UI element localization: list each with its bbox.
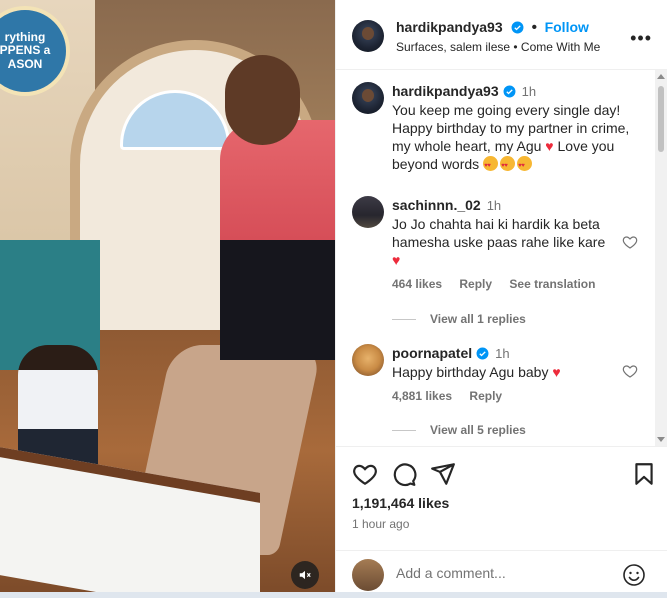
caption-line: You keep me going every single day! (392, 102, 621, 118)
author-avatar[interactable] (352, 20, 384, 52)
post-time[interactable]: 1 hour ago (352, 517, 409, 531)
caption-line: my whole heart, my Agu (392, 138, 542, 154)
see-translation-button[interactable]: See translation (509, 277, 595, 291)
comment-text: Jo Jo chahta hai ki hardik ka beta (392, 216, 600, 232)
reply-button[interactable]: Reply (469, 389, 502, 403)
heart-emoji: ♥ (552, 364, 561, 380)
emoji-icon[interactable] (622, 563, 646, 587)
caption-line: Happy birthday to my partner in crime, (392, 120, 630, 136)
post-actions: 1,191,464 likes 1 hour ago (336, 446, 667, 550)
comment-box (336, 550, 667, 598)
reply-button[interactable]: Reply (459, 277, 492, 291)
scroll-up-arrow[interactable] (657, 74, 665, 79)
comment-text: Happy birthday Agu baby (392, 364, 549, 380)
mute-icon (299, 570, 311, 580)
comment-heart-line: ♥ (392, 251, 627, 269)
bookmark-icon[interactable] (631, 461, 657, 487)
comment-time: 1h (486, 198, 502, 213)
share-icon[interactable] (430, 461, 456, 487)
verified-icon (503, 85, 516, 98)
comment-icon[interactable] (391, 461, 417, 487)
post-panel: hardikpandya93 • Follow Surfaces, salem … (335, 0, 667, 598)
post-media[interactable]: rything PPENS a ASON (0, 0, 335, 598)
view-replies-button[interactable]: View all 5 replies (392, 423, 526, 437)
comment-username[interactable]: poornapatel (392, 345, 472, 361)
scroll-down-arrow[interactable] (657, 437, 665, 442)
heart-emoji: ♥ (545, 138, 554, 154)
heart-eyes-emoji (483, 156, 499, 175)
comment-input[interactable] (396, 565, 616, 581)
comment-text: hamesha uske paas rahe like kare (392, 234, 606, 250)
author-username[interactable]: hardikpandya93 (396, 19, 503, 35)
current-user-avatar (352, 559, 384, 591)
comment-avatar[interactable] (352, 344, 384, 376)
caption-line: beyond words (392, 156, 480, 172)
post-subtitle[interactable]: Surfaces, salem ilese • Come With Me (396, 40, 600, 54)
comment-item: poornapatel 1h Happy birthday Agu baby ♥ … (392, 344, 627, 403)
mute-button[interactable] (291, 561, 319, 589)
comments-scrollbar[interactable] (655, 70, 667, 446)
verified-icon (511, 21, 524, 34)
os-taskbar-edge (0, 592, 667, 598)
view-replies-button[interactable]: View all 1 replies (392, 312, 526, 326)
heart-emoji: ♥ (392, 252, 401, 268)
caption: hardikpandya93 1h You keep me going every… (392, 82, 642, 175)
more-icon[interactable]: ••• (630, 28, 652, 49)
follow-button[interactable]: Follow (545, 19, 589, 35)
comments-list[interactable]: hardikpandya93 1h You keep me going every… (336, 70, 667, 446)
verified-icon (476, 347, 489, 360)
likes-count[interactable]: 1,191,464 likes (352, 495, 449, 511)
comment-text-line: Happy birthday Agu baby ♥ (392, 363, 627, 381)
comment-username[interactable]: sachinnn._02 (392, 197, 481, 213)
media-person-shirt (220, 120, 335, 360)
comment-time: 1h (495, 346, 510, 361)
media-person-head (225, 55, 300, 145)
heart-eyes-emoji (500, 156, 516, 175)
caption-line: Love you (557, 138, 615, 154)
comment-item: sachinnn._02 1h Jo Jo chahta hai ki hardi… (392, 196, 627, 291)
scrollbar-thumb[interactable] (658, 86, 664, 152)
post-header: hardikpandya93 • Follow Surfaces, salem … (336, 0, 667, 70)
author-line: hardikpandya93 • Follow (396, 19, 589, 37)
heart-icon[interactable] (352, 461, 378, 487)
heart-eyes-emoji (517, 156, 533, 175)
caption-time: 1h (521, 84, 537, 99)
comment-meta: 464 likes Reply See translation (392, 277, 627, 291)
comment-like-icon[interactable] (622, 234, 638, 250)
comment-likes[interactable]: 464 likes (392, 277, 442, 291)
comment-like-icon[interactable] (622, 363, 638, 379)
comment-meta: 4,881 likes Reply (392, 389, 627, 403)
caption-line-emoji: beyond words (392, 155, 642, 175)
caption-line-heart: my whole heart, my Agu ♥ Love you (392, 137, 642, 155)
follow-separator: • (531, 19, 538, 36)
comment-avatar[interactable] (352, 196, 384, 228)
caption-avatar[interactable] (352, 82, 384, 114)
comment-likes[interactable]: 4,881 likes (392, 389, 452, 403)
caption-username[interactable]: hardikpandya93 (392, 83, 499, 99)
